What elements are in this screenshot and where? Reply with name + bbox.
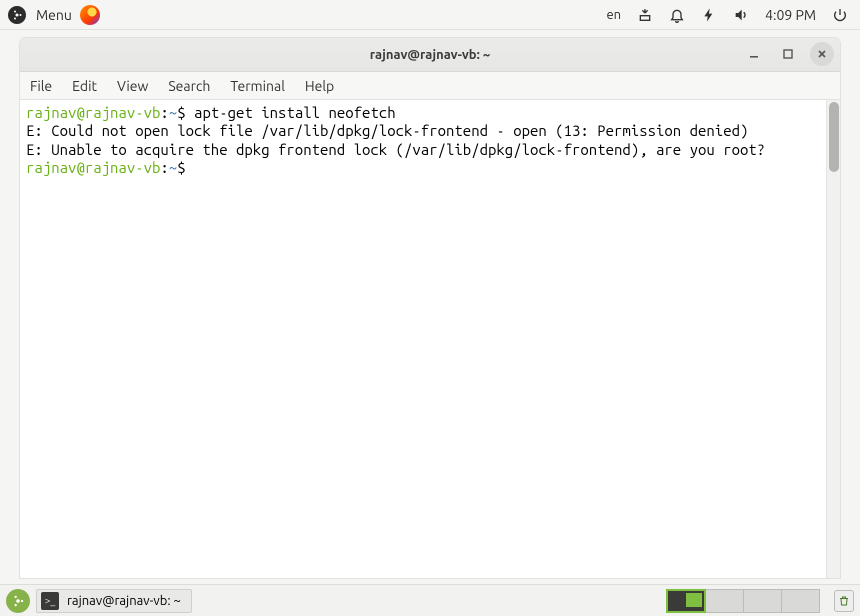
taskbar: >_ rajnav@rajnav-vb: ~: [0, 584, 860, 616]
menu-view[interactable]: View: [117, 78, 148, 94]
workspace-1[interactable]: [667, 590, 705, 612]
terminal-app-icon: >_: [41, 592, 59, 610]
prompt-path: ~: [169, 104, 177, 121]
trash-icon[interactable]: [834, 590, 854, 612]
menu-file[interactable]: File: [30, 78, 52, 94]
scroll-thumb[interactable]: [829, 102, 839, 172]
workspace-3[interactable]: [743, 590, 781, 612]
window-titlebar[interactable]: rajnav@rajnav-vb: ~: [20, 38, 840, 72]
top-panel: Menu en 4:09 PM: [0, 0, 860, 30]
keyboard-icon[interactable]: [637, 7, 653, 23]
terminal-content[interactable]: rajnav@rajnav-vb:~$ apt-get install neof…: [20, 100, 826, 578]
prompt-host: rajnav-vb: [85, 159, 161, 176]
workspace-4[interactable]: [781, 590, 819, 612]
clock[interactable]: 4:09 PM: [765, 7, 816, 23]
output-line-1: E: Could not open lock file /var/lib/dpk…: [26, 122, 748, 139]
workspace-switcher[interactable]: [666, 589, 820, 613]
start-menu-icon[interactable]: [6, 589, 30, 613]
menu-button[interactable]: Menu: [36, 7, 72, 23]
bell-icon[interactable]: [669, 7, 685, 23]
menu-edit[interactable]: Edit: [72, 78, 97, 94]
maximize-button[interactable]: [776, 42, 800, 66]
taskbar-item-label: rajnav@rajnav-vb: ~: [67, 594, 181, 608]
prompt-path: ~: [169, 159, 177, 176]
keyboard-lang-indicator[interactable]: en: [607, 8, 622, 22]
workspace-2[interactable]: [705, 590, 743, 612]
menu-terminal[interactable]: Terminal: [230, 78, 285, 94]
output-line-2: E: Unable to acquire the dpkg frontend l…: [26, 141, 765, 158]
prompt-user: rajnav: [26, 159, 76, 176]
power-icon[interactable]: [832, 7, 848, 23]
close-button[interactable]: [810, 42, 834, 66]
menu-bar: File Edit View Search Terminal Help: [20, 72, 840, 100]
volume-icon[interactable]: [733, 7, 749, 23]
command-1: apt-get install neofetch: [194, 104, 396, 121]
prompt-host: rajnav-vb: [85, 104, 161, 121]
window-title: rajnav@rajnav-vb: ~: [370, 48, 490, 62]
taskbar-item-terminal[interactable]: >_ rajnav@rajnav-vb: ~: [36, 589, 192, 613]
firefox-icon[interactable]: [80, 5, 100, 25]
prompt-user: rajnav: [26, 104, 76, 121]
scrollbar[interactable]: [826, 100, 840, 578]
menu-help[interactable]: Help: [305, 78, 334, 94]
minimize-button[interactable]: [742, 42, 766, 66]
bolt-icon[interactable]: [701, 7, 717, 23]
menu-search[interactable]: Search: [168, 78, 210, 94]
ubuntu-logo-icon[interactable]: [8, 6, 26, 24]
terminal-window: rajnav@rajnav-vb: ~ File Edit View Searc…: [20, 38, 840, 578]
